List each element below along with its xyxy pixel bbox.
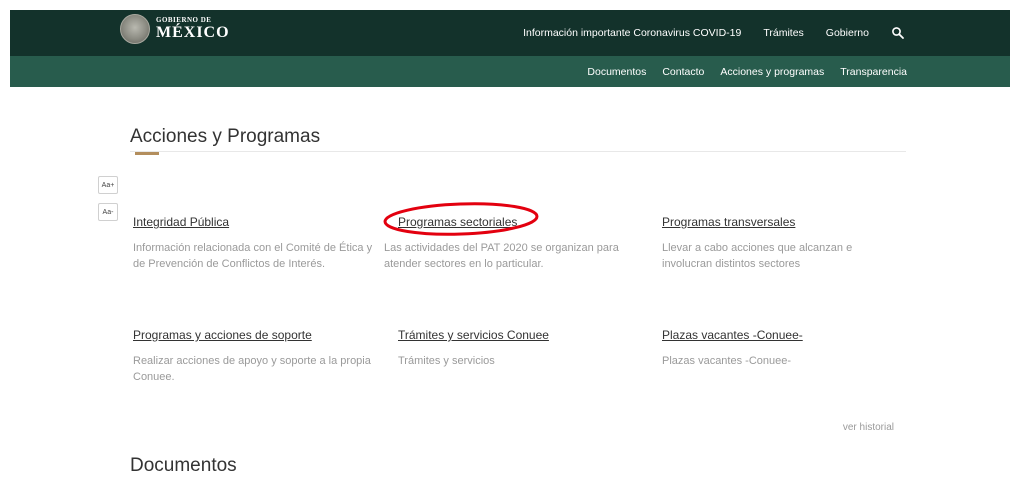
card-title-plazas-vacantes[interactable]: Plazas vacantes -Conuee- bbox=[662, 328, 803, 342]
logo-text-small: GOBIERNO DE bbox=[156, 16, 212, 24]
nav-link-coronavirus[interactable]: Información importante Coronavirus COVID… bbox=[523, 27, 741, 39]
view-history-link[interactable]: ver historial bbox=[843, 422, 894, 433]
card-description-programas-sectoriales: Las actividades del PAT 2020 se organiza… bbox=[384, 242, 619, 270]
card-description-programas-y-acciones-de-soporte: Realizar acciones de apoyo y soporte a l… bbox=[133, 355, 371, 383]
nav-link-transparencia[interactable]: Transparencia bbox=[840, 66, 907, 78]
search-icon[interactable] bbox=[891, 26, 905, 40]
nav-link-tramites[interactable]: Trámites bbox=[763, 27, 803, 39]
nav-link-acciones-y-programas[interactable]: Acciones y programas bbox=[720, 66, 824, 78]
card-description-integridad-publica: Información relacionada con el Comité de… bbox=[133, 242, 373, 270]
secondary-navigation: Documentos Contacto Acciones y programas… bbox=[587, 56, 907, 87]
nav-link-contacto[interactable]: Contacto bbox=[662, 66, 704, 78]
section-accent-bar bbox=[135, 152, 159, 155]
section-title: Acciones y Programas bbox=[130, 126, 321, 147]
documents-section-title: Documentos bbox=[130, 455, 237, 476]
logo-text-big: MÉXICO bbox=[156, 24, 230, 41]
card-description-tramites-y-servicios: Trámites y servicios bbox=[398, 355, 495, 367]
card-title-programas-transversales[interactable]: Programas transversales bbox=[662, 215, 795, 229]
gobierno-de-mexico-logo[interactable]: GOBIERNO DE MÉXICO bbox=[120, 14, 230, 44]
nav-link-documentos[interactable]: Documentos bbox=[587, 66, 646, 78]
top-navigation: Información importante Coronavirus COVID… bbox=[523, 10, 905, 56]
card-title-integridad-publica[interactable]: Integridad Pública bbox=[133, 215, 229, 229]
card-description-plazas-vacantes: Plazas vacantes -Conuee- bbox=[662, 355, 792, 367]
section-divider bbox=[130, 151, 906, 152]
increase-font-button[interactable]: Aa+ bbox=[98, 176, 118, 194]
national-seal-icon bbox=[120, 14, 150, 44]
card-title-programas-y-acciones-de-soporte[interactable]: Programas y acciones de soporte bbox=[133, 328, 312, 342]
decrease-font-button[interactable]: Aa- bbox=[98, 203, 118, 221]
card-description-programas-transversales: Llevar a cabo acciones que alcanzan e in… bbox=[662, 242, 853, 270]
nav-link-gobierno[interactable]: Gobierno bbox=[826, 27, 869, 39]
card-title-tramites-y-servicios[interactable]: Trámites y servicios Conuee bbox=[398, 328, 549, 342]
card-title-programas-sectoriales[interactable]: Programas sectoriales bbox=[398, 215, 517, 229]
logo-text: GOBIERNO DE MÉXICO bbox=[156, 17, 230, 41]
